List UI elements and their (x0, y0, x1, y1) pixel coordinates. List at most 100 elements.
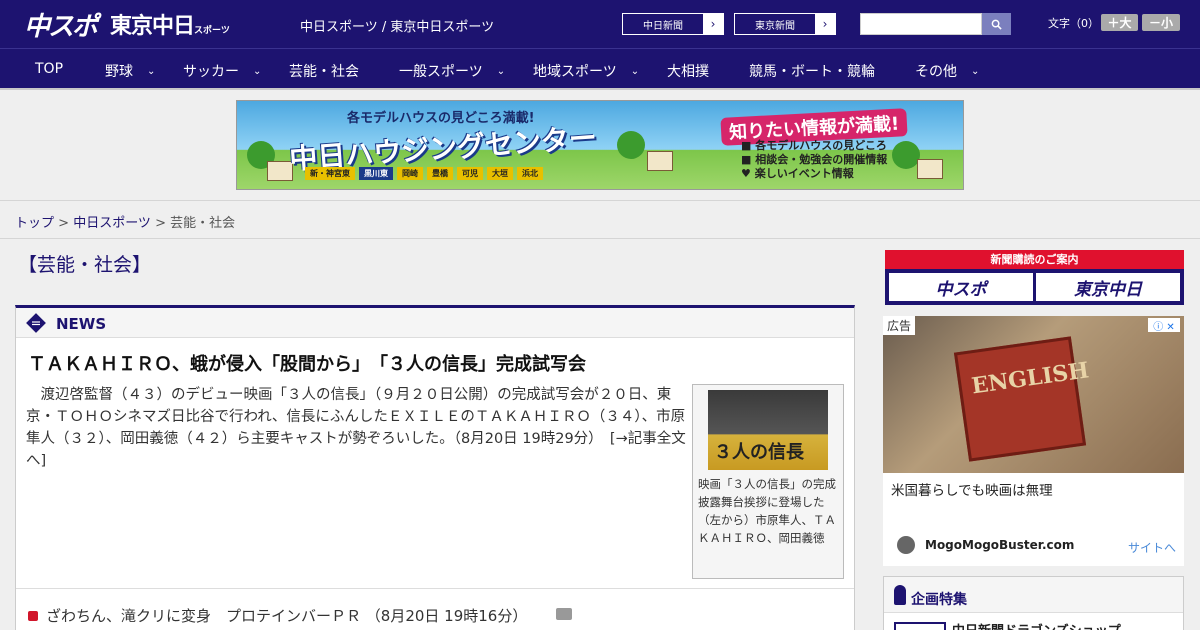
font-size-label: 文字（0） (1048, 17, 1099, 30)
feature-thumbnail (894, 622, 946, 630)
house-graphic (647, 151, 673, 171)
nav-item-label: 大相撲 (667, 64, 709, 80)
feature-item[interactable]: 中日新聞ドラゴンズショップ (952, 620, 1121, 630)
news-headline[interactable]: ＴＡＫＡＨＩＲＯ、蛾が侵入「股間から」 「３人の信長」完成試写会 (28, 350, 586, 376)
tree-graphic (892, 141, 920, 169)
breadcrumb: トップ > 中日スポーツ > 芸能・社会 (15, 212, 235, 231)
banner-town: 浜北 (517, 167, 543, 180)
main-nav: TOP 野球 ⌄ サッカー ⌄ 芸能・社会 一般スポーツ ⌄ 地域スポーツ ⌄ 大相撲 … (0, 48, 1200, 89)
chevron-right-icon: › (815, 14, 835, 34)
search-button[interactable] (982, 13, 1011, 35)
banner-list-item: ■ 各モデルハウスの見どころ (741, 139, 887, 152)
book-graphic: ENGLISH (953, 336, 1091, 462)
tree-graphic (617, 131, 645, 159)
news-photo-image: ３人の信長 (708, 390, 828, 470)
chunichi-shimbun-label: 中日新聞 (643, 20, 683, 32)
nav-item-label: 一般スポーツ (399, 64, 483, 80)
chevron-down-icon: ⌄ (971, 65, 980, 77)
housing-center-banner[interactable]: 各モデルハウスの見どころ満載! 中日ハウジングセンター 新・神宮東 黒川東 岡崎… (236, 100, 964, 190)
banner-town: 岡崎 (397, 167, 423, 180)
subscribe-tokyo-button[interactable]: 東京中日 (1036, 273, 1180, 301)
medal-icon (894, 585, 906, 605)
chunichi-shimbun-button[interactable]: 中日新聞 › (622, 13, 724, 35)
news-photo-title: ３人の信長 (714, 442, 804, 463)
subscribe-chuspo-button[interactable]: 中スポ (889, 273, 1033, 301)
banner-list-item: ■ 相談会・勉強会の開催情報 (741, 153, 888, 166)
site-names: 中日スポーツ / 東京中日スポーツ (300, 20, 495, 35)
news-body[interactable]: 渡辺啓監督（４３）のデビュー映画「３人の信長」（９月２０日公開）の完成試写会が２… (26, 384, 686, 472)
nav-item-label: その他 (915, 64, 957, 80)
banner-town: 可児 (457, 167, 483, 180)
banner-right-list: ■ 各モデルハウスの見どころ ■ 相談会・勉強会の開催情報 ♥ 楽しいイベント情… (741, 139, 887, 181)
chuspo-logo[interactable]: 中スポ (24, 6, 98, 43)
chevron-down-icon: ⌄ (630, 65, 640, 77)
banner-towns: 新・神宮東 黒川東 岡崎 豊橋 可児 大垣 浜北 (305, 167, 543, 180)
nav-item-baseball[interactable]: 野球 ⌄ (105, 61, 155, 81)
search-icon (991, 19, 1002, 30)
banner-town: 黒川東 (359, 167, 393, 180)
nav-item-label: 芸能・社会 (289, 64, 359, 80)
chevron-down-icon: ⌄ (496, 65, 506, 77)
search-input[interactable] (860, 13, 982, 35)
banner-town: 新・神宮東 (305, 167, 355, 180)
ad-book-text: ENGLISH (969, 357, 1091, 400)
banner-town: 大垣 (487, 167, 513, 180)
nav-item-general-sports[interactable]: 一般スポーツ ⌄ (399, 61, 505, 81)
chevron-right-icon: › (703, 14, 723, 34)
list-item[interactable]: ざわちん、滝クリに変身 プロテインバーＰＲ （8月20日 19時16分） (16, 588, 854, 630)
ad-tag: 広告 (883, 316, 916, 335)
news-panel: NEWS ＴＡＫＡＨＩＲＯ、蛾が侵入「股間から」 「３人の信長」完成試写会 渡辺… (15, 305, 855, 630)
nav-item-entertainment[interactable]: 芸能・社会 (289, 61, 359, 81)
feature-label: 企画特集 (911, 592, 967, 608)
camera-icon (556, 608, 572, 620)
globe-icon (897, 536, 915, 554)
subscription-box: 新聞購読のご案内 中スポ 東京中日 (885, 250, 1184, 305)
nav-item-label: 地域スポーツ (533, 64, 617, 80)
subscription-header: 新聞購読のご案内 (885, 250, 1184, 269)
banner-town: 豊橋 (427, 167, 453, 180)
ad-site-link[interactable]: サイトへ (1128, 539, 1176, 556)
breadcrumb-sep: > (54, 216, 74, 231)
breadcrumb-current: 芸能・社会 (170, 216, 236, 231)
ad-choices-icon[interactable]: ⓘ ✕ (1148, 318, 1180, 333)
news-label: NEWS (56, 315, 107, 333)
breadcrumb-home-link[interactable]: トップ (15, 216, 54, 231)
nav-item-racing[interactable]: 競馬・ボート・競輪 (749, 61, 875, 81)
nav-item-soccer[interactable]: サッカー ⌄ (183, 61, 261, 81)
breadcrumb-bar: トップ > 中日スポーツ > 芸能・社会 (0, 200, 1200, 239)
bullet-icon (28, 611, 38, 621)
chevron-down-icon: ⌄ (253, 65, 262, 77)
nav-item-top[interactable]: TOP (35, 61, 63, 77)
nav-item-label: サッカー (183, 64, 239, 80)
ad-source: MogoMogoBuster.com (925, 538, 1075, 552)
ad-image: ENGLISH 広告 ⓘ ✕ (883, 316, 1184, 473)
newspaper-icon (26, 313, 46, 333)
nav-item-local-sports[interactable]: 地域スポーツ ⌄ (533, 61, 639, 81)
nav-item-other[interactable]: その他 ⌄ (915, 61, 979, 81)
nav-item-label: 野球 (105, 64, 133, 80)
tokyo-chunichi-logo[interactable]: 東京中日スポーツ (110, 8, 230, 40)
breadcrumb-sep: > (150, 216, 171, 231)
news-sub-item[interactable]: ざわちん、滝クリに変身 プロテインバーＰＲ （8月20日 19時16分） (46, 605, 527, 626)
ad-title[interactable]: 米国暮らしでも映画は無理 (891, 479, 1053, 499)
news-header: NEWS (16, 308, 854, 338)
banner-list-item: ♥ 楽しいイベント情報 (741, 167, 854, 180)
feature-box: 企画特集 中日新聞ドラゴンズショップ (883, 576, 1184, 630)
nav-divider (0, 88, 1200, 90)
font-small-button[interactable]: －小 (1142, 14, 1180, 31)
news-photo[interactable]: ３人の信長 映画「３人の信長」の完成披露舞台挨拶に登場した（左から）市原隼人、Ｔ… (692, 384, 844, 579)
house-graphic (917, 159, 943, 179)
font-large-button[interactable]: ＋大 (1101, 14, 1138, 31)
tokyo-logo-small: スポーツ (194, 26, 230, 36)
nav-item-label: TOP (35, 61, 64, 77)
ad-box[interactable]: ENGLISH 広告 ⓘ ✕ 米国暮らしでも映画は無理 MogoMogoBust… (883, 316, 1184, 566)
news-photo-caption: 映画「３人の信長」の完成披露舞台挨拶に登場した（左から）市原隼人、ＴＡＫＡＨＩＲ… (698, 477, 836, 545)
chevron-down-icon: ⌄ (147, 65, 156, 77)
breadcrumb-parent-link[interactable]: 中日スポーツ (73, 216, 151, 231)
page-title: 【芸能・社会】 (18, 254, 152, 276)
tokyo-logo-text: 東京中日 (110, 14, 195, 39)
tokyo-shimbun-label: 東京新聞 (755, 20, 795, 32)
nav-item-sumo[interactable]: 大相撲 (667, 61, 709, 81)
nav-item-label: 競馬・ボート・競輪 (749, 64, 875, 80)
tokyo-shimbun-button[interactable]: 東京新聞 › (734, 13, 836, 35)
